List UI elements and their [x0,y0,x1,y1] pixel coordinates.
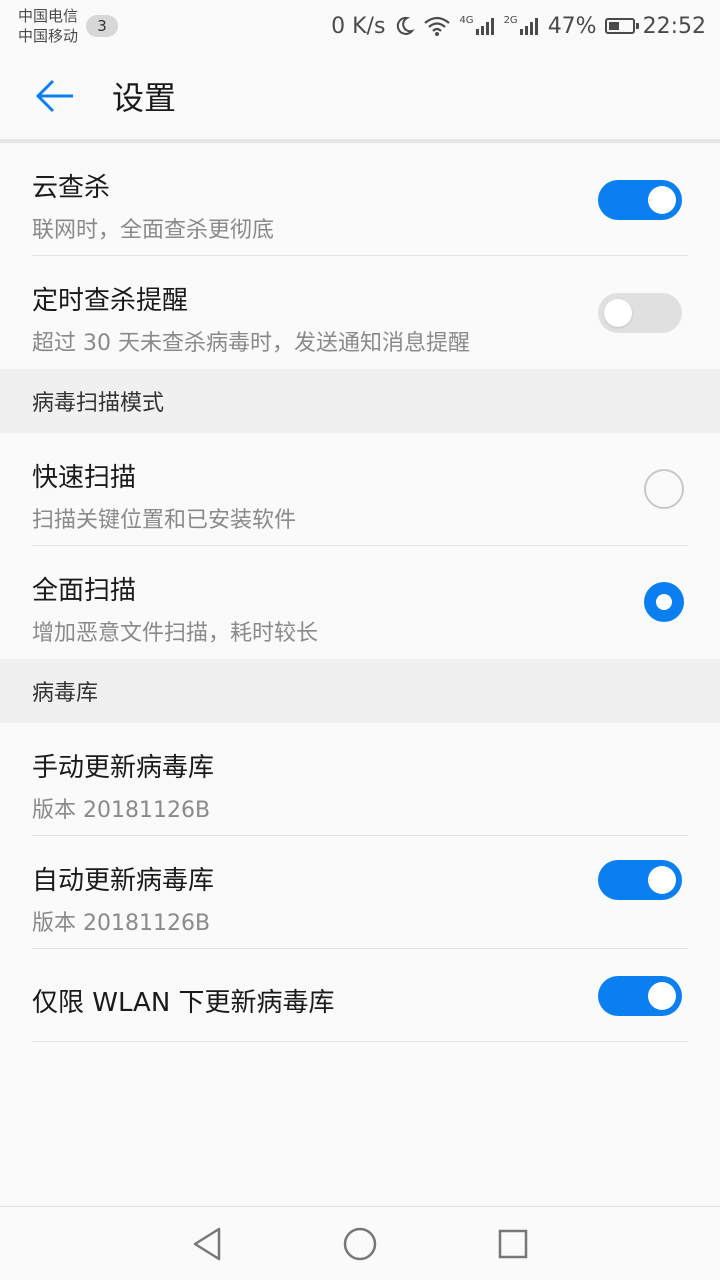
carrier-2: 中国移动 [18,27,79,45]
setting-manual-update[interactable]: 手动更新病毒库 版本 20181126B [0,723,720,836]
setting-title: 云查杀 [32,173,111,203]
setting-subtitle: 联网时，全面查杀更彻底 [32,218,275,243]
scheduled-reminder-toggle[interactable] [598,293,682,333]
setting-subtitle: 版本 20181126B [32,911,211,936]
app-bar: 设置 [0,52,720,140]
battery-icon [604,18,639,34]
notification-count-badge: 3 [86,15,119,37]
setting-title: 手动更新病毒库 [32,753,215,783]
wifi-icon [423,15,451,37]
signal-2g-icon: 2G [504,15,540,37]
setting-cloud-scan[interactable]: 云查杀 联网时，全面查杀更彻底 [0,143,720,256]
setting-title: 仅限 WLAN 下更新病毒库 [32,988,335,1018]
carrier-1: 中国电信 [18,7,79,25]
setting-subtitle: 版本 20181126B [32,798,211,823]
square-recents-icon[interactable] [483,1214,543,1274]
settings-list: 云查杀 联网时，全面查杀更彻底 定时查杀提醒 超过 30 天未查杀病毒时，发送通… [0,143,720,1042]
moon-icon [393,15,416,37]
full-scan-radio[interactable] [644,582,684,622]
option-subtitle: 扫描关键位置和已安装软件 [32,508,297,533]
carrier-info: 中国电信 中国移动 3 [18,6,119,46]
cloud-scan-toggle[interactable] [598,180,682,220]
section-header-virus-db: 病毒库 [0,659,720,723]
triangle-back-icon[interactable] [177,1214,237,1274]
auto-update-toggle[interactable] [598,860,682,900]
battery-percent: 47% [547,13,597,39]
quick-scan-radio[interactable] [644,469,684,509]
circle-home-icon[interactable] [330,1214,390,1274]
option-subtitle: 增加恶意文件扫描，耗时较长 [32,621,319,646]
scan-option-quick[interactable]: 快速扫描 扫描关键位置和已安装软件 [0,433,720,546]
signal-4g-icon: 4G [459,15,495,37]
status-bar: 中国电信 中国移动 3 0 K/s 4G 2G 47% 22:52 [0,0,720,52]
wlan-only-toggle[interactable] [598,976,682,1016]
section-header-scan-mode: 病毒扫描模式 [0,369,720,433]
clock: 22:52 [642,13,706,39]
setting-subtitle: 超过 30 天未查杀病毒时，发送通知消息提醒 [32,331,470,356]
back-arrow-icon[interactable] [20,52,90,140]
option-title: 全面扫描 [32,576,137,606]
setting-title: 定时查杀提醒 [32,286,189,316]
scan-option-full[interactable]: 全面扫描 增加恶意文件扫描，耗时较长 [0,546,720,659]
network-speed: 0 K/s [331,13,386,39]
system-nav-bar [0,1206,720,1280]
setting-wlan-only[interactable]: 仅限 WLAN 下更新病毒库 [0,949,720,1042]
option-title: 快速扫描 [32,463,137,493]
setting-auto-update[interactable]: 自动更新病毒库 版本 20181126B [0,836,720,949]
page-title: 设置 [112,79,177,117]
setting-scheduled-reminder[interactable]: 定时查杀提醒 超过 30 天未查杀病毒时，发送通知消息提醒 [0,256,720,369]
setting-title: 自动更新病毒库 [32,866,215,896]
